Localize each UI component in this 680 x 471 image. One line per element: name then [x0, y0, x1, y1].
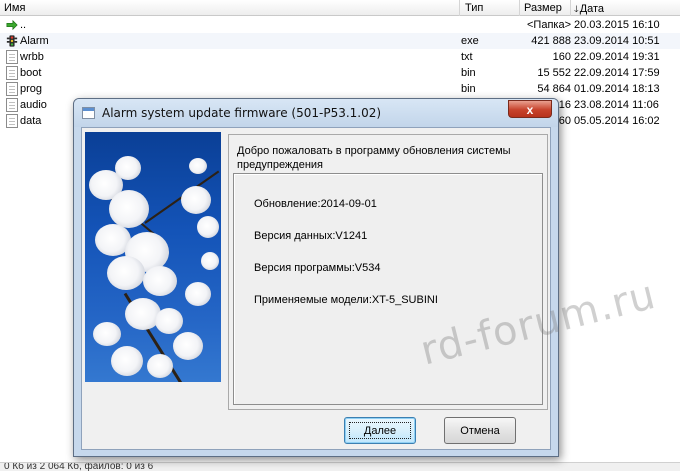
status-bar: 0 Кб из 2 064 Кб, файлов: 0 из 6: [0, 462, 680, 471]
photo-blossom: [181, 186, 211, 214]
column-header-date-label: Дата: [579, 3, 605, 15]
column-divider[interactable]: [519, 0, 520, 16]
file-type: bin: [461, 67, 476, 79]
photo-blossom: [143, 266, 177, 296]
sort-down-arrow-icon: 🡓: [574, 4, 579, 14]
file-size: 160: [552, 51, 571, 63]
column-divider[interactable]: [459, 0, 460, 16]
photo-blossom: [111, 346, 143, 376]
document-icon: [6, 114, 18, 128]
file-size: 60: [558, 115, 571, 127]
document-icon: [6, 98, 18, 112]
file-date: 01.09.2014 18:13: [574, 83, 660, 95]
document-icon: [6, 82, 18, 96]
photo-blossom: [185, 282, 211, 306]
file-type: bin: [461, 83, 476, 95]
photo-blossom: [189, 158, 207, 174]
document-icon: [6, 50, 18, 64]
dialog-titlebar[interactable]: Alarm system update firmware (501-P53.1.…: [74, 99, 558, 127]
dialog-title: Alarm system update firmware (501-P53.1.…: [102, 106, 382, 120]
file-row[interactable]: wrbb txt 160 22.09.2014 19:31: [0, 49, 680, 65]
photo-blossom: [197, 216, 219, 238]
file-row[interactable]: Alarm exe 421 888 23.09.2014 10:51: [0, 33, 680, 49]
cancel-button-label: Отмена: [460, 424, 500, 437]
file-type: txt: [461, 51, 473, 63]
file-size: <Папка>: [527, 19, 571, 31]
file-type: exe: [461, 35, 479, 47]
app-window-icon: [82, 107, 95, 119]
column-header-size[interactable]: Размер: [524, 2, 562, 14]
file-date: 22.09.2014 19:31: [574, 51, 660, 63]
file-size: 421 888: [531, 35, 571, 47]
update-dialog: Alarm system update firmware (501-P53.1.…: [73, 98, 559, 457]
file-size: 16: [558, 99, 571, 111]
photo-blossom: [173, 332, 203, 360]
file-name: ..: [20, 19, 27, 31]
column-header-type[interactable]: Тип: [465, 2, 483, 14]
photo-blossom: [147, 354, 173, 378]
welcome-panel: Добро пожаловать в программу обновления …: [228, 134, 548, 410]
file-size: 15 552: [537, 67, 571, 79]
file-name: audio: [20, 99, 47, 111]
photo-blossom: [201, 252, 219, 270]
photo-blossom: [155, 308, 183, 334]
file-name: prog: [20, 83, 43, 95]
file-date: 23.09.2014 10:51: [574, 35, 660, 47]
file-row[interactable]: boot bin 15 552 22.09.2014 17:59: [0, 65, 680, 81]
file-name: boot: [20, 67, 42, 79]
column-header-date[interactable]: 🡓Дата: [574, 2, 604, 18]
focus-ring: [349, 422, 411, 439]
column-divider[interactable]: [570, 0, 571, 16]
next-button[interactable]: Далее: [344, 417, 416, 444]
file-date: 22.09.2014 17:59: [574, 67, 660, 79]
file-name: Alarm: [20, 35, 49, 47]
up-arrow-icon: [6, 19, 18, 31]
photo-blossom: [115, 156, 141, 180]
document-icon: [6, 66, 18, 80]
dialog-client-area: Добро пожаловать в программу обновления …: [81, 127, 551, 450]
welcome-text: Добро пожаловать в программу обновления …: [237, 145, 511, 171]
data-version-label: Версия данных:V1241: [254, 230, 368, 242]
photo-blossom: [109, 190, 149, 228]
photo-blossom: [107, 256, 145, 290]
file-name: data: [20, 115, 42, 127]
close-button[interactable]: x: [508, 100, 552, 118]
file-name: wrbb: [20, 51, 44, 63]
file-row[interactable]: prog bin 54 864 01.09.2014 18:13: [0, 81, 680, 97]
file-date: 20.03.2015 16:10: [574, 19, 660, 31]
photo-blossom: [93, 322, 121, 346]
program-version-label: Версия программы:V534: [254, 262, 381, 274]
file-row-parent[interactable]: .. <Папка> 20.03.2015 16:10: [0, 17, 680, 33]
file-date: 05.05.2014 16:02: [574, 115, 660, 127]
update-info-box: Обновление:2014-09-01 Версия данных:V124…: [233, 173, 543, 405]
column-header-name[interactable]: Имя: [4, 2, 25, 14]
status-text: 0 Кб из 2 064 Кб, файлов: 0 из 6: [4, 462, 154, 471]
file-list-header: Имя Тип Размер 🡓Дата: [0, 0, 680, 16]
traffic-light-icon: [6, 35, 18, 47]
file-date: 23.08.2014 11:06: [574, 99, 659, 111]
update-date-label: Обновление:2014-09-01: [254, 198, 377, 210]
cancel-button[interactable]: Отмена: [444, 417, 516, 444]
file-size: 54 864: [537, 83, 571, 95]
supported-models-label: Применяемые модели:XT-5_SUBINI: [254, 294, 438, 306]
blossom-photo: [85, 132, 221, 382]
